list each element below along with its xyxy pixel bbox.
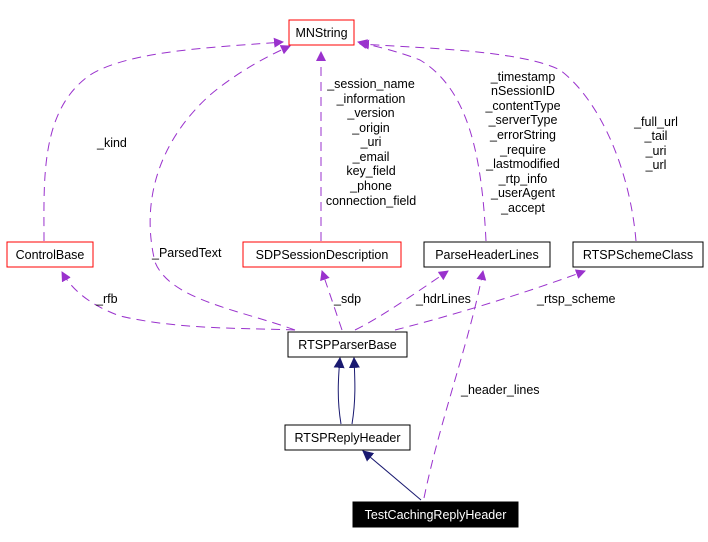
svg-text:_version: _version: [346, 106, 394, 120]
svg-text:_timestamp: _timestamp: [490, 70, 556, 84]
svg-text:RTSPReplyHeader: RTSPReplyHeader: [294, 431, 400, 445]
svg-text:_uri: _uri: [645, 144, 667, 158]
node-rtsp-reply-header[interactable]: RTSPReplyHeader: [284, 424, 411, 451]
svg-text:_information: _information: [336, 92, 406, 106]
svg-text:_lastmodified: _lastmodified: [485, 157, 560, 171]
node-controlbase[interactable]: ControlBase: [6, 241, 94, 268]
svg-text:MNString: MNString: [295, 26, 347, 40]
edge-label-rtsp-scheme: _rtsp_scheme: [536, 292, 616, 306]
svg-text:_uri: _uri: [360, 135, 382, 149]
svg-text:_accept: _accept: [500, 201, 545, 215]
node-parse-header-lines[interactable]: ParseHeaderLines: [423, 241, 551, 268]
node-rtsp-parser-base[interactable]: RTSPParserBase: [287, 331, 408, 358]
edge-inherit-testcaching-replyheader: [362, 450, 422, 501]
svg-text:_rtp_info: _rtp_info: [498, 172, 548, 186]
edge-inherit-replyheader-parserbase: [333, 356, 360, 425]
svg-text:SDPSessionDescription: SDPSessionDescription: [256, 248, 389, 262]
svg-text:TestCachingReplyHeader: TestCachingReplyHeader: [365, 508, 507, 522]
collaboration-diagram: _kind _ParsedText _session_name _informa…: [6, 19, 704, 528]
edge-label-scheme-fields: _full_url _tail _uri _url: [633, 115, 678, 172]
svg-text:_full_url: _full_url: [633, 115, 678, 129]
svg-text:_phone: _phone: [349, 179, 392, 193]
edge-label-header-fields: _timestamp nSessionID _contentType _serv…: [484, 70, 560, 215]
svg-text:connection_field: connection_field: [326, 194, 416, 208]
svg-text:_session_name: _session_name: [326, 77, 415, 91]
edge-label-header-lines: _header_lines: [460, 383, 540, 397]
svg-text:RTSPParserBase: RTSPParserBase: [298, 338, 396, 352]
edge-kind: [43, 37, 284, 242]
svg-text:ControlBase: ControlBase: [16, 248, 85, 262]
svg-text:_contentType: _contentType: [484, 99, 560, 113]
svg-text:nSessionID: nSessionID: [491, 84, 555, 98]
svg-text:_tail: _tail: [644, 129, 668, 143]
node-rtsp-scheme-class[interactable]: RTSPSchemeClass: [572, 241, 704, 268]
node-test-caching-reply-header[interactable]: TestCachingReplyHeader: [352, 501, 519, 528]
edge-label-parsedtext: _ParsedText: [151, 246, 222, 260]
svg-text:_require: _require: [499, 143, 546, 157]
node-sdp-session-description[interactable]: SDPSessionDescription: [242, 241, 402, 268]
node-mnstring[interactable]: MNString: [288, 19, 355, 46]
edge-label-sdp: _sdp: [333, 292, 361, 306]
edge-parsedtext: [149, 45, 296, 331]
svg-text:_url: _url: [645, 158, 667, 172]
svg-text:_origin: _origin: [351, 121, 390, 135]
svg-text:RTSPSchemeClass: RTSPSchemeClass: [583, 248, 693, 262]
svg-text:_errorString: _errorString: [489, 128, 556, 142]
svg-text:_userAgent: _userAgent: [490, 186, 555, 200]
edge-label-kind: _kind: [96, 136, 127, 150]
svg-text:_email: _email: [352, 150, 390, 164]
edge-label-hdrlines: _hdrLines: [415, 292, 471, 306]
svg-text:ParseHeaderLines: ParseHeaderLines: [435, 248, 539, 262]
svg-text:key_field: key_field: [346, 164, 395, 178]
edge-label-sdp-fields: _session_name _information _version _ori…: [326, 77, 416, 208]
svg-text:_serverType: _serverType: [488, 113, 558, 127]
edge-label-rfb: _rfb: [95, 292, 118, 306]
